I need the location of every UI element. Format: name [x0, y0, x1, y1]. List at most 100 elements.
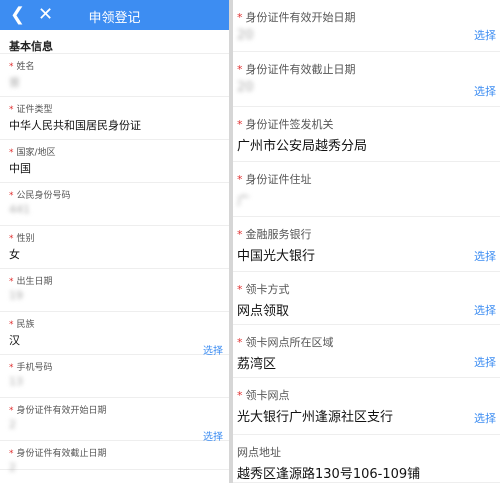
field-value: 20 — [237, 28, 254, 43]
select-link[interactable]: 选择 — [474, 248, 496, 264]
required-marker: * — [237, 283, 243, 296]
field-label: * 金融服务银行 — [237, 226, 312, 242]
field-label-text: 领卡网点 — [245, 389, 290, 402]
field-value: 汉 — [9, 334, 20, 347]
field-value: 广州市公安局越秀分局 — [237, 139, 368, 154]
field-label-text: 民族 — [16, 320, 35, 330]
field-label: * 出生日期 — [9, 274, 53, 287]
field-value: 19 — [9, 289, 23, 302]
required-marker: * — [237, 336, 243, 349]
field-label-text: 身份证件住址 — [245, 173, 312, 186]
field-label-text: 手机号码 — [16, 363, 53, 373]
field-value: 441 — [9, 203, 30, 216]
field-label: * 领卡网点所在区域 — [237, 334, 334, 350]
form-field[interactable]: * 民族汉选择 — [0, 312, 229, 357]
field-label: * 身份证件有效开始日期 — [237, 9, 356, 25]
field-label: * 证件类型 — [9, 102, 53, 115]
field-label-text: 出生日期 — [16, 277, 53, 287]
field-value: 越秀区逢源路130号106-109铺 — [237, 467, 421, 482]
required-marker: * — [9, 363, 14, 373]
field-value: 20 — [237, 80, 254, 95]
field-label-text: 证件类型 — [16, 105, 53, 115]
form-field[interactable]: * 身份证件有效截止日期 2 — [0, 441, 229, 474]
section-title: 基本信息 — [0, 30, 229, 54]
field-label-text: 公民身份号码 — [16, 191, 71, 201]
field-label: * 公民身份号码 — [9, 188, 71, 201]
page-title: 申领登记 — [88, 11, 141, 26]
field-label: * 民族 — [9, 317, 35, 330]
form-field[interactable]: * 身份证件有效截止日期 20 选择 — [233, 52, 500, 107]
select-link[interactable]: 选择 — [474, 83, 496, 99]
field-label: * 身份证件有效截止日期 — [9, 446, 107, 459]
form-field[interactable]: * 身份证件有效开始日期 2 选择 — [0, 398, 229, 443]
field-value: 中国 — [9, 162, 31, 175]
right-field-list: * 身份证件有效开始日期 20 选择 * 身份证件有效截止日期 20 选择 * 身份证件签发机关广… — [233, 0, 500, 483]
field-label-text: 金融服务银行 — [245, 228, 312, 241]
form-field[interactable]: * 领卡网点光大银行广州逢源社区支行 选择 — [233, 378, 500, 435]
form-field[interactable]: * 身份证件签发机关广州市公安局越秀分局 — [233, 107, 500, 162]
field-label: * 身份证件有效截止日期 — [237, 61, 356, 77]
left-field-list: * 姓名曾 * 证件类型 中华人民共和国居民身份证 * 国家/地区 中国 * 公民身份号码 441 *… — [0, 54, 229, 474]
form-field[interactable]: * 性别女 — [0, 226, 229, 269]
select-link[interactable]: 选择 — [474, 302, 496, 318]
field-value: 曾 — [9, 76, 20, 89]
required-marker: * — [237, 228, 243, 241]
required-marker: * — [9, 277, 14, 287]
required-marker: * — [9, 105, 14, 115]
field-value: 女 — [9, 248, 20, 261]
form-field[interactable]: * 出生日期 19 — [0, 269, 229, 312]
field-label: * 身份证件住址 — [237, 171, 312, 187]
field-label-text: 国家/地区 — [16, 148, 56, 158]
field-label: * 领卡方式 — [237, 281, 290, 297]
required-marker: * — [9, 449, 14, 459]
form-pane-right: * 身份证件有效开始日期 20 选择 * 身份证件有效截止日期 20 选择 * 身份证件签发机关广… — [229, 0, 500, 483]
required-marker: * — [9, 148, 14, 158]
field-value: 13 — [9, 375, 23, 388]
field-label: * 身份证件签发机关 — [237, 116, 334, 132]
field-label: * 国家/地区 — [9, 145, 56, 158]
field-label-text: 姓名 — [16, 62, 35, 72]
form-pane-left: ❮ ✕ 申领登记 基本信息 * 姓名曾 * 证件类型 中华人民共和国居民身份证 * 国家/地… — [0, 0, 229, 483]
form-field[interactable]: * 金融服务银行 中国光大银行 选择 — [233, 217, 500, 272]
field-value: 广 — [237, 194, 251, 209]
field-label-text: 身份证件有效截止日期 — [245, 63, 356, 76]
field-label: 网点地址 — [237, 444, 281, 460]
field-label: * 姓名 — [9, 59, 35, 72]
field-label-text: 性别 — [16, 234, 35, 244]
field-value: 网点领取 — [237, 304, 290, 319]
form-field[interactable]: * 身份证件有效开始日期 20 选择 — [233, 0, 500, 52]
form-field[interactable]: * 领卡网点所在区域 荔湾区 选择 — [233, 325, 500, 378]
form-field[interactable]: * 国家/地区 中国 — [0, 140, 229, 183]
field-label-text: 网点地址 — [237, 446, 281, 459]
form-field[interactable]: * 姓名曾 — [0, 54, 229, 97]
form-field[interactable]: 网点地址越秀区逢源路130号106-109铺 — [233, 435, 500, 483]
select-link[interactable]: 选择 — [474, 354, 496, 370]
form-field[interactable]: * 公民身份号码 441 — [0, 183, 229, 226]
field-label-text: 身份证件有效开始日期 — [16, 406, 107, 416]
field-label: * 领卡网点 — [237, 387, 290, 403]
form-field[interactable]: * 证件类型 中华人民共和国居民身份证 — [0, 97, 229, 140]
field-value: 2 — [9, 418, 16, 431]
form-field[interactable]: * 身份证件住址广 — [233, 162, 500, 217]
required-marker: * — [9, 320, 14, 330]
required-marker: * — [237, 389, 243, 402]
required-marker: * — [9, 234, 14, 244]
required-marker: * — [237, 11, 243, 24]
field-value: 光大银行广州逢源社区支行 — [237, 410, 394, 425]
select-link[interactable]: 选择 — [474, 27, 496, 43]
form-field[interactable]: * 手机号码 13 — [0, 355, 229, 398]
field-label-text: 身份证件有效开始日期 — [245, 11, 356, 24]
field-value: 2 — [9, 461, 16, 474]
required-marker: * — [9, 191, 14, 201]
required-marker: * — [237, 118, 243, 131]
field-label-text: 身份证件有效截止日期 — [16, 449, 107, 459]
field-value: 中国光大银行 — [237, 249, 316, 264]
field-value: 荔湾区 — [237, 357, 277, 372]
required-marker: * — [237, 173, 243, 186]
required-marker: * — [9, 406, 14, 416]
select-link[interactable]: 选择 — [474, 410, 496, 426]
field-label: * 手机号码 — [9, 360, 53, 373]
field-label-text: 领卡网点所在区域 — [245, 336, 334, 349]
required-marker: * — [237, 63, 243, 76]
form-field[interactable]: * 领卡方式网点领取 选择 — [233, 272, 500, 325]
